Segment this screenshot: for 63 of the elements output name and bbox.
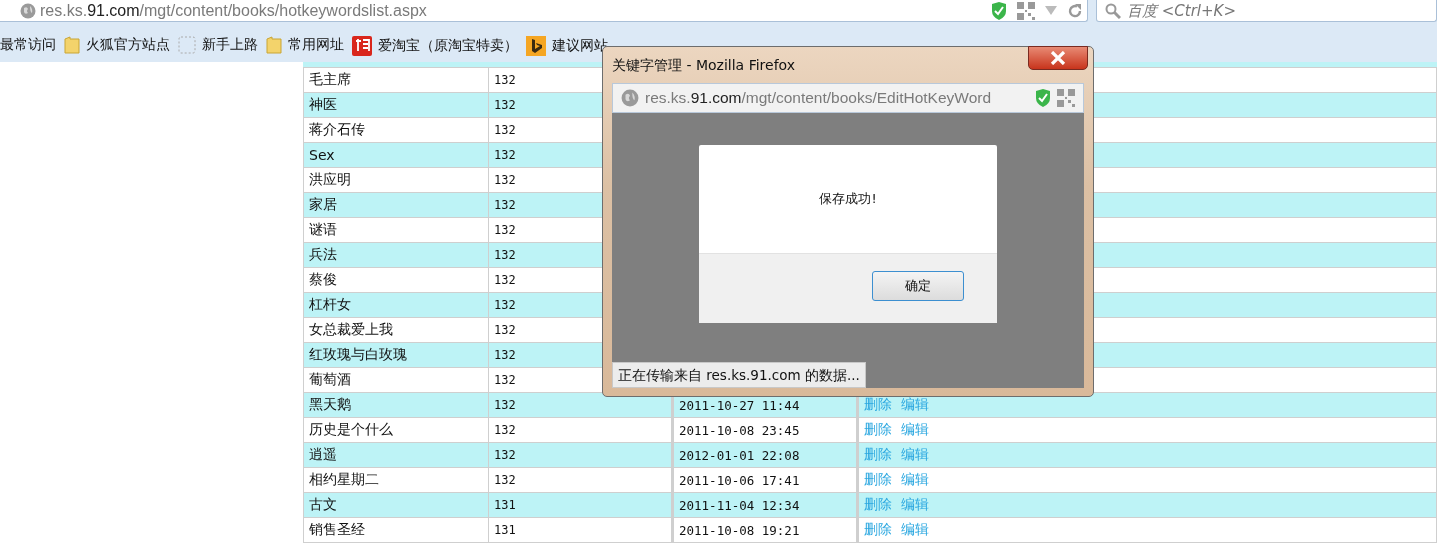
- table-cell: 葡萄酒: [303, 367, 489, 393]
- table-cell: 相约星期二: [303, 467, 489, 493]
- status-text: 正在传输来自 res.ks.91.com 的数据...: [612, 362, 866, 388]
- bing-icon[interactable]: [526, 36, 546, 56]
- table-cell: 逍遥: [303, 442, 489, 468]
- table-cell: 黑天鹅: [303, 392, 489, 418]
- table-cell: 家居: [303, 192, 489, 218]
- table-cell: 蒋介石传: [303, 117, 489, 143]
- confirm-button[interactable]: 确定: [872, 271, 964, 301]
- table-cell: 2011-11-04 12:34: [672, 492, 858, 518]
- folder-icon[interactable]: [64, 36, 80, 54]
- bookmark-link[interactable]: 新手上路: [202, 36, 258, 54]
- table-cell: 销售圣经: [303, 517, 489, 543]
- action-link[interactable]: 编辑: [901, 496, 929, 512]
- table-cell: 132: [488, 442, 673, 468]
- table-cell: 古文: [303, 492, 489, 518]
- action-link[interactable]: 删除: [864, 471, 892, 487]
- table-cell: 131: [488, 492, 673, 518]
- close-icon: [1050, 51, 1066, 65]
- bookmark-link[interactable]: 火狐官方站点: [86, 36, 170, 54]
- table-cell: 毛主席: [303, 67, 489, 93]
- table-cell: Sex: [303, 142, 489, 168]
- table-cell: 洪应明: [303, 167, 489, 193]
- search-icon: [1105, 2, 1121, 19]
- action-link[interactable]: 编辑: [901, 521, 929, 537]
- close-button[interactable]: [1028, 46, 1088, 70]
- globe-icon: [20, 2, 36, 19]
- action-link[interactable]: 删除: [864, 446, 892, 462]
- globe-icon: [621, 89, 639, 107]
- table-cell: 2011-10-08 19:21: [672, 517, 858, 543]
- action-link[interactable]: 编辑: [901, 421, 929, 437]
- message-text: 保存成功!: [819, 190, 877, 208]
- table-cell: 蔡俊: [303, 267, 489, 293]
- action-link[interactable]: 编辑: [901, 396, 929, 412]
- table-cell: 兵法: [303, 242, 489, 268]
- qr-code-icon[interactable]: [1017, 1, 1035, 20]
- address-bar[interactable]: res.ks.91.com/mgt/content/books/hotkeywordslist.aspx: [0, 0, 1088, 22]
- table-cell: 谜语: [303, 217, 489, 243]
- search-field[interactable]: 百度 <Ctrl+K>: [1127, 1, 1407, 20]
- dropdown-icon[interactable]: [1045, 5, 1057, 16]
- action-link[interactable]: 删除: [864, 496, 892, 512]
- action-link[interactable]: 删除: [864, 396, 892, 412]
- table-cell: 红玫瑰与白玫瑰: [303, 342, 489, 368]
- action-link[interactable]: 删除: [864, 421, 892, 437]
- url-text: res.ks.91.com/mgt/content/books/hotkeywordslist.aspx: [40, 1, 427, 20]
- action-link[interactable]: 编辑: [901, 471, 929, 487]
- bookmark-link[interactable]: 常用网址: [288, 36, 344, 54]
- reload-icon[interactable]: [1067, 2, 1083, 19]
- folder-icon[interactable]: [266, 36, 282, 54]
- search-box[interactable]: 百度 <Ctrl+K>: [1096, 0, 1437, 22]
- shield-icon: [1035, 89, 1051, 107]
- bookmark-link[interactable]: 最常访问: [0, 36, 56, 54]
- taobao-icon[interactable]: [352, 36, 372, 56]
- qr-code-icon: [1057, 89, 1075, 107]
- action-link[interactable]: 编辑: [901, 446, 929, 462]
- table-cell: 杠杆女: [303, 292, 489, 318]
- table-cell: 2012-01-01 22:08: [672, 442, 858, 468]
- table-cell: 神医: [303, 92, 489, 118]
- table-cell: 女总裁爱上我: [303, 317, 489, 343]
- bookmark-link[interactable]: 爱淘宝（原淘宝特卖）: [378, 37, 518, 55]
- table-cell: 历史是个什么: [303, 417, 489, 443]
- action-link[interactable]: 删除: [864, 521, 892, 537]
- shield-icon[interactable]: [991, 1, 1007, 20]
